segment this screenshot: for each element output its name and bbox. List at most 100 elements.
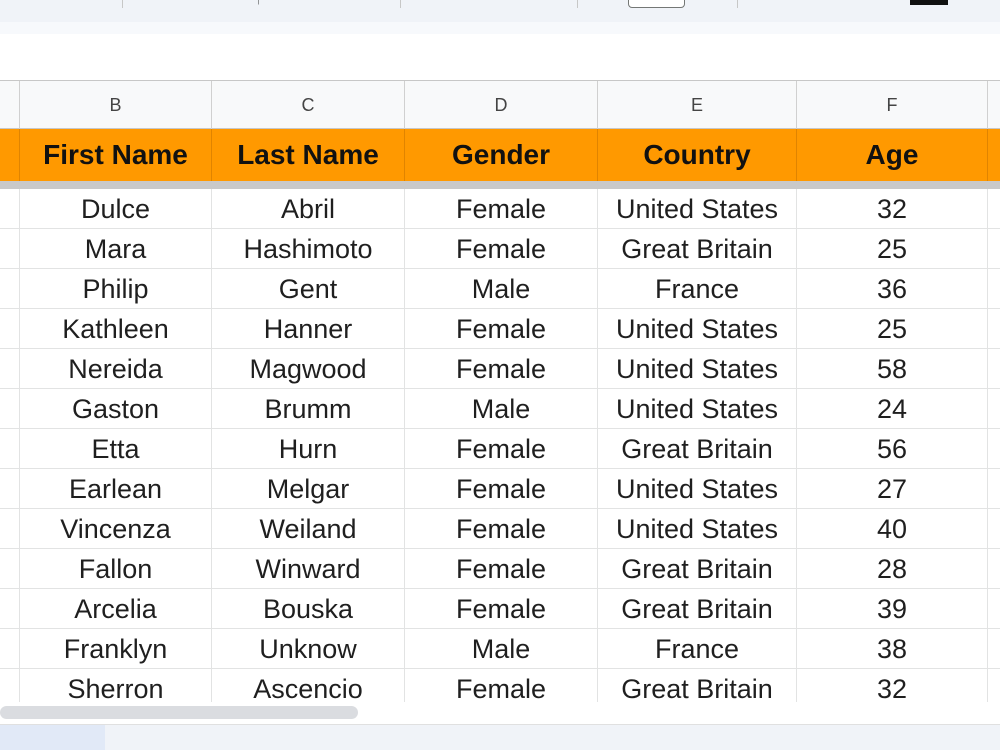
cell-age[interactable]: 38 <box>797 629 988 668</box>
cell-gender[interactable]: Female <box>405 509 598 548</box>
sheet-tab[interactable] <box>0 725 105 750</box>
cell-gender[interactable]: Female <box>405 669 598 702</box>
cell-first-name[interactable]: Vincenza <box>20 509 212 548</box>
cell-g[interactable] <box>988 589 1000 628</box>
cell-a[interactable] <box>0 389 20 428</box>
cell-gender[interactable]: Female <box>405 469 598 508</box>
cell-first-name[interactable]: Mara <box>20 229 212 268</box>
cell-gender[interactable]: Female <box>405 229 598 268</box>
cell-country[interactable]: United States <box>598 349 797 388</box>
cell-first-name[interactable]: Franklyn <box>20 629 212 668</box>
cell-g[interactable] <box>988 469 1000 508</box>
cell-last-name[interactable]: Winward <box>212 549 405 588</box>
cell-age[interactable]: 25 <box>797 309 988 348</box>
cell-first-name[interactable]: Dulce <box>20 189 212 228</box>
cell-country[interactable]: Great Britain <box>598 669 797 702</box>
cell-g[interactable] <box>988 189 1000 228</box>
cell-g[interactable] <box>988 349 1000 388</box>
cell-first-name[interactable]: Sherron <box>20 669 212 702</box>
cell-country[interactable]: United States <box>598 189 797 228</box>
cell-age[interactable]: 27 <box>797 469 988 508</box>
cell-a[interactable] <box>0 549 20 588</box>
cell-last-name[interactable]: Weiland <box>212 509 405 548</box>
header-cell-age[interactable]: Age <box>797 129 988 181</box>
cell-country[interactable]: United States <box>598 469 797 508</box>
cell-g[interactable] <box>988 429 1000 468</box>
header-cell-gender[interactable]: Gender <box>405 129 598 181</box>
cell-gender[interactable]: Male <box>405 389 598 428</box>
column-header-c[interactable]: C <box>212 81 405 129</box>
cell-last-name[interactable]: Ascencio <box>212 669 405 702</box>
cell-last-name[interactable]: Hashimoto <box>212 229 405 268</box>
cell-a[interactable] <box>0 629 20 668</box>
cell-country[interactable]: United States <box>598 389 797 428</box>
toolbar-font-size-box[interactable] <box>628 0 685 8</box>
cell-first-name[interactable]: Fallon <box>20 549 212 588</box>
cell-age[interactable]: 36 <box>797 269 988 308</box>
cell-first-name[interactable]: Earlean <box>20 469 212 508</box>
header-cell-a[interactable] <box>0 129 20 181</box>
cell-last-name[interactable]: Gent <box>212 269 405 308</box>
cell-g[interactable] <box>988 509 1000 548</box>
cell-last-name[interactable]: Bouska <box>212 589 405 628</box>
cell-a[interactable] <box>0 589 20 628</box>
cell-last-name[interactable]: Hurn <box>212 429 405 468</box>
column-header-a[interactable] <box>0 81 20 129</box>
horizontal-scrollbar-thumb[interactable] <box>0 706 358 719</box>
cell-gender[interactable]: Female <box>405 429 598 468</box>
cell-country[interactable]: France <box>598 269 797 308</box>
cell-a[interactable] <box>0 509 20 548</box>
cell-g[interactable] <box>988 309 1000 348</box>
cell-first-name[interactable]: Gaston <box>20 389 212 428</box>
cell-first-name[interactable]: Arcelia <box>20 589 212 628</box>
column-header-f[interactable]: F <box>797 81 988 129</box>
cell-first-name[interactable]: Etta <box>20 429 212 468</box>
column-header-b[interactable]: B <box>20 81 212 129</box>
frozen-row-divider[interactable] <box>0 181 1000 189</box>
cell-country[interactable]: France <box>598 629 797 668</box>
column-header-g[interactable] <box>988 81 1000 129</box>
cell-a[interactable] <box>0 269 20 308</box>
cell-a[interactable] <box>0 469 20 508</box>
cell-first-name[interactable]: Nereida <box>20 349 212 388</box>
cell-a[interactable] <box>0 669 20 702</box>
cell-gender[interactable]: Female <box>405 349 598 388</box>
cell-last-name[interactable]: Melgar <box>212 469 405 508</box>
cell-first-name[interactable]: Philip <box>20 269 212 308</box>
cell-a[interactable] <box>0 229 20 268</box>
cell-age[interactable]: 40 <box>797 509 988 548</box>
toolbar-partial-icon[interactable]: ↑ <box>255 0 262 7</box>
cell-gender[interactable]: Male <box>405 629 598 668</box>
cell-g[interactable] <box>988 269 1000 308</box>
cell-country[interactable]: Great Britain <box>598 229 797 268</box>
cell-country[interactable]: Great Britain <box>598 549 797 588</box>
cell-country[interactable]: United States <box>598 509 797 548</box>
header-cell-first-name[interactable]: First Name <box>20 129 212 181</box>
cell-last-name[interactable]: Magwood <box>212 349 405 388</box>
cell-last-name[interactable]: Abril <box>212 189 405 228</box>
cell-g[interactable] <box>988 629 1000 668</box>
cell-age[interactable]: 24 <box>797 389 988 428</box>
cell-country[interactable]: Great Britain <box>598 589 797 628</box>
cell-a[interactable] <box>0 429 20 468</box>
cell-gender[interactable]: Male <box>405 269 598 308</box>
cell-gender[interactable]: Female <box>405 589 598 628</box>
cell-gender[interactable]: Female <box>405 189 598 228</box>
cell-a[interactable] <box>0 189 20 228</box>
column-header-e[interactable]: E <box>598 81 797 129</box>
cell-last-name[interactable]: Hanner <box>212 309 405 348</box>
cell-country[interactable]: United States <box>598 309 797 348</box>
cell-age[interactable]: 32 <box>797 669 988 702</box>
cell-country[interactable]: Great Britain <box>598 429 797 468</box>
cell-age[interactable]: 32 <box>797 189 988 228</box>
header-cell-country[interactable]: Country <box>598 129 797 181</box>
header-cell-last-name[interactable]: Last Name <box>212 129 405 181</box>
cell-last-name[interactable]: Brumm <box>212 389 405 428</box>
cell-g[interactable] <box>988 229 1000 268</box>
cell-age[interactable]: 25 <box>797 229 988 268</box>
cell-last-name[interactable]: Unknow <box>212 629 405 668</box>
cell-first-name[interactable]: Kathleen <box>20 309 212 348</box>
cell-age[interactable]: 28 <box>797 549 988 588</box>
cell-g[interactable] <box>988 549 1000 588</box>
cell-age[interactable]: 58 <box>797 349 988 388</box>
